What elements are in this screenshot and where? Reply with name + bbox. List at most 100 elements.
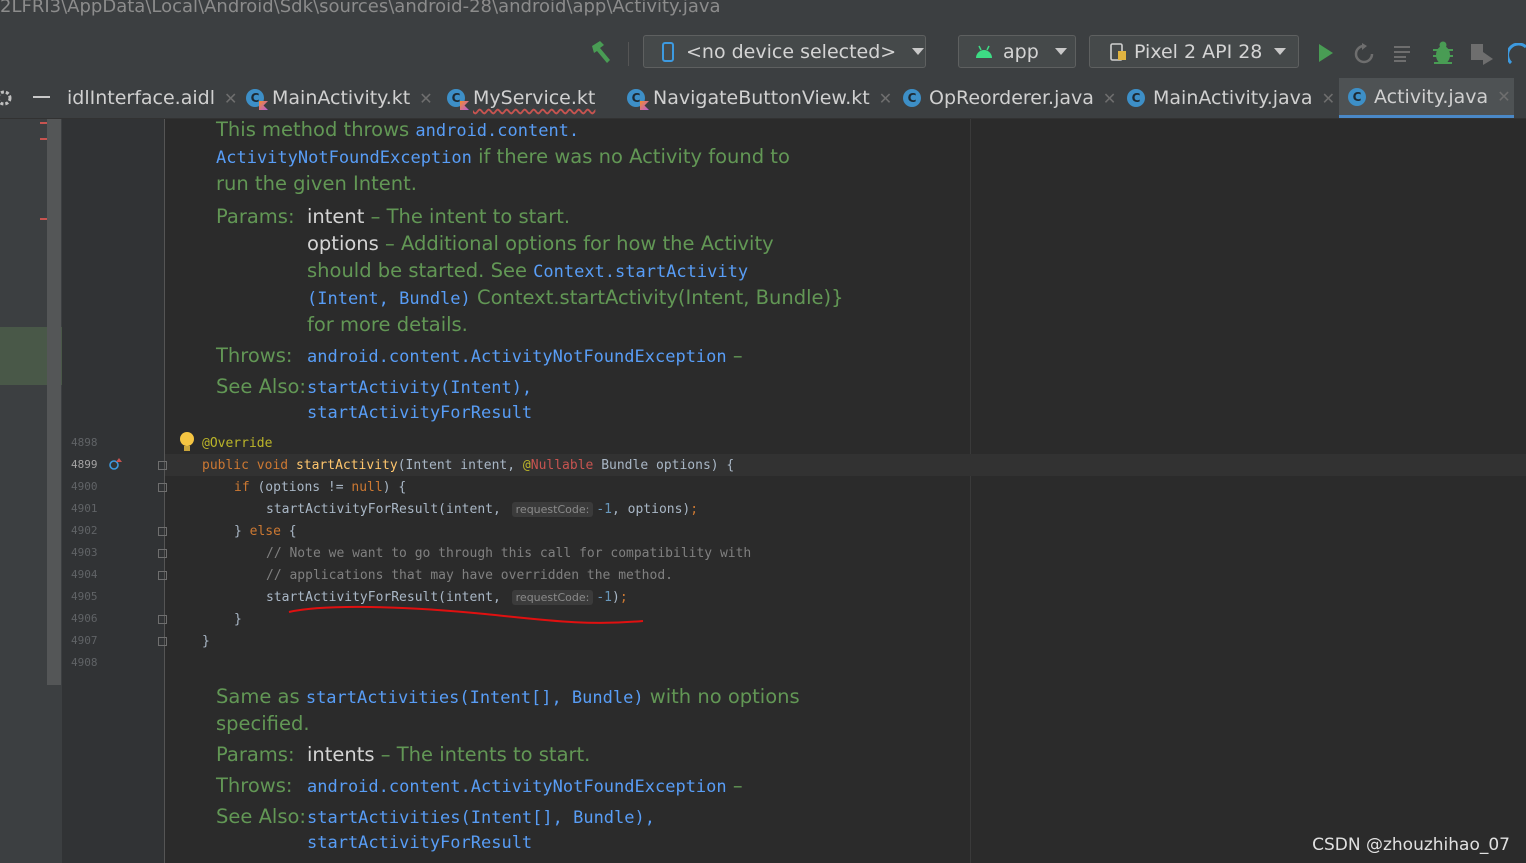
doc-throws: android.content.ActivityNotFoundExceptio… (307, 774, 743, 797)
doc-link[interactable]: android.content.ActivityNotFoundExceptio… (307, 347, 727, 367)
chevron-down-icon (1054, 48, 1067, 55)
avd-selector[interactable]: Pixel 2 API 28 (1089, 35, 1299, 68)
toolbar-divider (628, 42, 629, 66)
run-config-label: app (1003, 40, 1039, 63)
line-number: 4899 (71, 458, 98, 471)
profile-icon[interactable] (1508, 43, 1526, 65)
doc-line: This method throws android.content. (216, 118, 580, 141)
doc-params-label: Params: (216, 205, 295, 228)
fold-marker[interactable] (158, 483, 167, 492)
line-number: 4908 (71, 656, 98, 669)
watermark: CSDN @zhouzhihao_07 (1312, 835, 1510, 855)
java-class-icon: C (1348, 87, 1366, 106)
line-number: 4903 (71, 546, 98, 559)
doc-link[interactable]: startActivityForResult (307, 403, 532, 423)
lightbulb-icon[interactable] (179, 431, 195, 453)
fold-marker[interactable] (158, 527, 167, 536)
line-number: 4898 (71, 436, 98, 449)
code-comment: // applications that may have overridden… (266, 568, 673, 583)
doc-line: should be started. See Context.startActi… (307, 259, 749, 282)
doc-see-label: See Also: (216, 805, 306, 828)
override-method-icon[interactable] (109, 457, 123, 471)
tab-navigatebuttonview-kt[interactable]: C NavigateButtonView.kt ✕ (627, 78, 892, 118)
close-icon[interactable]: ✕ (419, 89, 432, 108)
avd-label: Pixel 2 API 28 (1134, 40, 1263, 63)
title-bar: 2LFRI3\AppData\Local\Android\Sdk\sources… (0, 0, 1526, 31)
code-line: } else { (234, 524, 297, 539)
minimize-icon[interactable] (33, 96, 50, 98)
doc-see-label: See Also: (216, 375, 306, 398)
hammer-build-icon[interactable] (588, 39, 614, 65)
doc-link[interactable]: android.content.ActivityNotFoundExceptio… (307, 777, 727, 797)
line-number: 4906 (71, 612, 98, 625)
fold-marker[interactable] (158, 615, 167, 624)
doc-param: intent – The intent to start. (307, 205, 571, 228)
code-line: } (202, 634, 210, 649)
code-line: } (234, 612, 242, 627)
attach-debugger-icon[interactable] (1469, 42, 1495, 66)
tab-opreorderer-java[interactable]: C OpReorderer.java ✕ (903, 78, 1116, 118)
scrollbar-thumb[interactable] (47, 119, 61, 685)
close-icon[interactable]: ✕ (1322, 89, 1335, 108)
doc-see: startActivityForResult (307, 828, 532, 857)
doc-link[interactable]: startActivity(Intent), (307, 378, 532, 398)
doc-see: startActivityForResult (307, 398, 532, 427)
fold-marker[interactable] (158, 637, 167, 646)
apply-changes-icon[interactable] (1352, 42, 1376, 66)
doc-link[interactable]: startActivities(Intent[], Bundle), (307, 808, 655, 828)
close-icon[interactable]: ✕ (1103, 89, 1116, 108)
close-icon[interactable]: ✕ (224, 89, 237, 108)
doc-link[interactable]: (Intent, Bundle) (307, 289, 471, 309)
java-class-icon: C (1127, 89, 1145, 107)
doc-line: (Intent, Bundle) Context.startActivity(I… (307, 286, 844, 309)
doc-link[interactable]: startActivities(Intent[], Bundle) (306, 688, 644, 708)
kotlin-class-icon: C (627, 89, 645, 107)
code-line: public void startActivity(Intent intent,… (202, 458, 735, 473)
line-number: 4905 (71, 590, 98, 603)
device-selector-label: <no device selected> (686, 40, 897, 63)
code-line: if (options != null) { (234, 480, 407, 495)
doc-link[interactable]: startActivityForResult (307, 833, 532, 853)
file-path: 2LFRI3\AppData\Local\Android\Sdk\sources… (0, 0, 721, 17)
doc-line: specified. (216, 712, 310, 735)
run-icon[interactable] (1317, 42, 1335, 64)
doc-throws: android.content.ActivityNotFoundExceptio… (307, 344, 743, 367)
device-selector[interactable]: <no device selected> (643, 35, 926, 68)
doc-link[interactable]: android.content. (415, 121, 579, 141)
doc-line: for more details. (307, 313, 468, 336)
kotlin-class-icon: C (246, 89, 264, 107)
main-toolbar: <no device selected> app Pixel 2 API 28 (0, 30, 1526, 78)
doc-line: Same as startActivities(Intent[], Bundle… (216, 685, 800, 708)
tab-mainactivity-kt[interactable]: C MainActivity.kt ✕ (246, 78, 433, 118)
fold-marker[interactable] (158, 461, 167, 470)
avd-icon (1110, 42, 1126, 61)
line-number: 4904 (71, 568, 98, 581)
tab-myservice-kt[interactable]: C MyService.kt (447, 78, 595, 118)
run-config-selector[interactable]: app (958, 35, 1076, 68)
close-icon[interactable]: ✕ (879, 89, 892, 108)
kotlin-class-icon: C (447, 89, 465, 107)
tab-idlinterface[interactable]: idlInterface.aidl ✕ (67, 78, 237, 118)
editor-tab-bar: idlInterface.aidl ✕ C MainActivity.kt ✕ C … (0, 78, 1526, 119)
phone-icon (662, 41, 674, 62)
red-underline-annotation (288, 605, 644, 624)
parameter-hint: requestCode: (511, 502, 594, 517)
doc-link[interactable]: Context.startActivity (533, 262, 748, 282)
tab-activity-java[interactable]: C Activity.java ✕ (1339, 78, 1514, 118)
doc-line: run the given Intent. (216, 172, 417, 195)
line-number: 4900 (71, 480, 98, 493)
fold-marker[interactable] (158, 571, 167, 580)
doc-param: options – Additional options for how the… (307, 232, 774, 255)
chevron-down-icon (912, 48, 925, 55)
gear-icon[interactable] (0, 88, 14, 108)
line-number: 4901 (71, 502, 98, 515)
fold-marker[interactable] (158, 549, 167, 558)
doc-params-label: Params: (216, 743, 295, 766)
apply-code-changes-icon[interactable] (1393, 43, 1415, 63)
close-icon[interactable]: ✕ (1497, 87, 1510, 106)
tab-mainactivity-java[interactable]: C MainActivity.java ✕ (1127, 78, 1335, 118)
doc-link[interactable]: ActivityNotFoundException (216, 148, 472, 168)
code-line: startActivityForResult(intent, requestCo… (266, 502, 699, 517)
doc-throws-label: Throws: (216, 344, 293, 367)
debug-icon[interactable] (1431, 40, 1455, 66)
